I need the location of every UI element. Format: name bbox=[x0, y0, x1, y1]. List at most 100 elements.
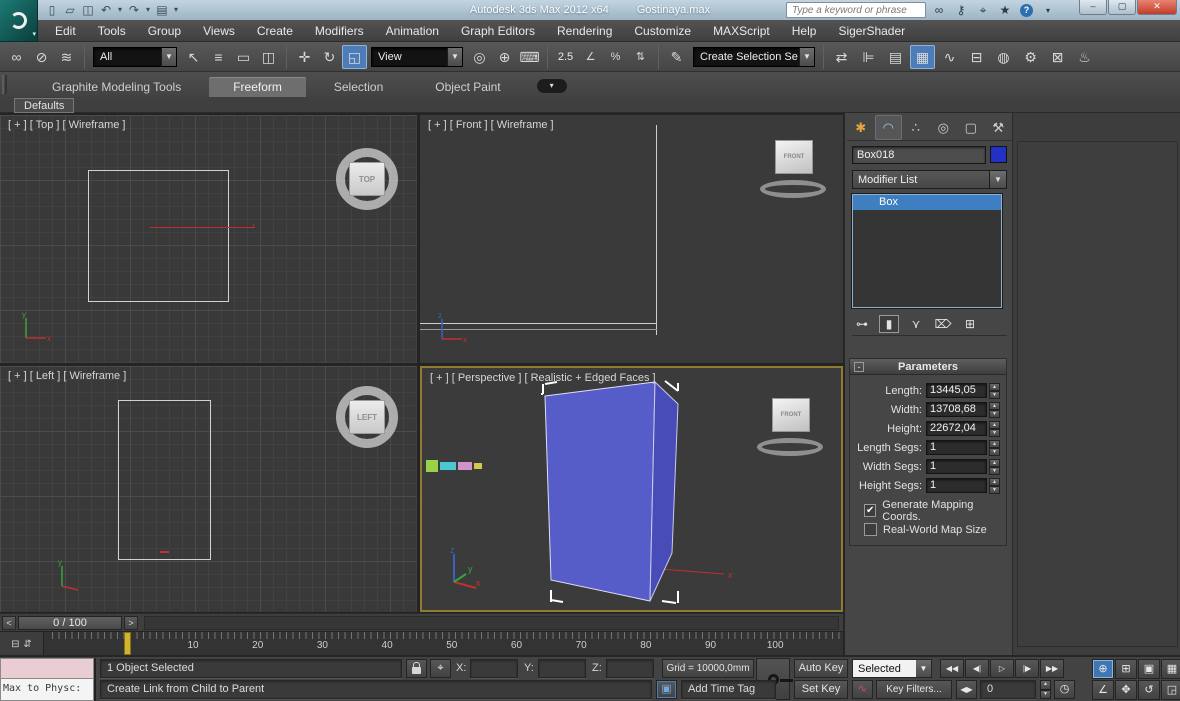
named-selection-set-dropdown[interactable]: Create Selection Se▼ bbox=[693, 47, 815, 67]
motion-tab-icon[interactable]: ◎ bbox=[930, 115, 958, 140]
ribbon-grip-handle[interactable] bbox=[2, 75, 7, 94]
menu-item[interactable]: Animation bbox=[375, 20, 450, 42]
generate-mapping-coords-checkbox[interactable]: ✔ bbox=[864, 504, 876, 517]
menu-item[interactable]: MAXScript bbox=[702, 20, 781, 42]
show-end-result-icon[interactable]: ▮ bbox=[879, 315, 899, 333]
object-name-field[interactable]: Box018 bbox=[852, 146, 986, 164]
tab-selection[interactable]: Selection bbox=[310, 77, 407, 97]
viewport-top[interactable]: [ + ] [ Top ] [ Wireframe ] › y x TOP bbox=[0, 115, 417, 363]
play-button[interactable]: ▷ bbox=[990, 659, 1014, 678]
viewcube-left[interactable]: LEFT bbox=[336, 386, 398, 448]
box-object-left-view[interactable] bbox=[118, 400, 211, 560]
listener-script-row[interactable]: Max to Physc: bbox=[0, 679, 94, 701]
viewport-left-label[interactable]: [ + ] [ Left ] [ Wireframe ] bbox=[8, 370, 126, 382]
rendered-frame-icon[interactable]: ⊠ bbox=[1045, 45, 1070, 69]
infocenter-search-icon[interactable]: ∞ bbox=[932, 3, 946, 18]
go-to-start-button[interactable]: ◀◀ bbox=[940, 659, 964, 678]
hierarchy-tab-icon[interactable]: ∴ bbox=[902, 115, 930, 140]
set-key-button[interactable]: Set Key bbox=[794, 680, 848, 699]
create-tab-icon[interactable]: ✱ bbox=[847, 115, 875, 140]
manage-layers-icon[interactable]: ▤ bbox=[883, 45, 908, 69]
length-field[interactable]: 13445,05 bbox=[926, 383, 987, 398]
next-frame-button[interactable]: |▶ bbox=[1015, 659, 1039, 678]
height-field[interactable]: 22672,04 bbox=[926, 421, 987, 436]
keyboard-override-icon[interactable]: ⌨ bbox=[517, 45, 542, 69]
spinner-control[interactable]: ▲▼ bbox=[989, 383, 1000, 398]
track-bar-ruler[interactable]: 0102030405060708090100 bbox=[44, 632, 843, 656]
reference-coordinate-dropdown[interactable]: View▼ bbox=[371, 47, 463, 67]
angle-snap-icon[interactable]: ∠ bbox=[578, 45, 603, 69]
menu-item[interactable]: Modifiers bbox=[304, 20, 375, 42]
viewport-perspective-label[interactable]: [ + ] [ Perspective ] [ Realistic + Edge… bbox=[430, 372, 656, 384]
mirror-icon[interactable]: ⇄ bbox=[829, 45, 854, 69]
time-slider-handle[interactable]: 0 / 100 bbox=[18, 616, 122, 630]
curve-editor-icon[interactable]: ∿ bbox=[937, 45, 962, 69]
viewcube-perspective[interactable]: FRONT bbox=[757, 396, 827, 458]
menu-item[interactable]: Group bbox=[137, 20, 192, 42]
help-icon[interactable]: ? bbox=[1020, 4, 1033, 17]
select-and-link-icon[interactable]: ∞ bbox=[4, 45, 29, 69]
ribbon-toggle-icon[interactable]: ▦ bbox=[910, 45, 935, 69]
z-coord-field[interactable] bbox=[606, 659, 654, 678]
viewport-perspective[interactable]: [ + ] [ Perspective ] [ Realistic + Edge… bbox=[420, 366, 843, 612]
mini-curve-editor-button[interactable]: ⊟⇵ bbox=[0, 632, 44, 656]
zoom-button[interactable]: ⊕ bbox=[1092, 659, 1114, 679]
auto-key-button[interactable]: Auto Key bbox=[794, 659, 848, 678]
configure-modifier-sets-icon[interactable]: ⊞ bbox=[960, 315, 980, 333]
window-crossing-icon[interactable]: ◫ bbox=[256, 45, 281, 69]
box-object[interactable] bbox=[545, 382, 678, 601]
subscription-center-icon[interactable]: ⚷ bbox=[954, 3, 968, 18]
x-coord-field[interactable] bbox=[470, 659, 518, 678]
menu-item[interactable]: Rendering bbox=[546, 20, 623, 42]
viewcube-front[interactable]: FRONT bbox=[760, 138, 830, 200]
pin-stack-icon[interactable]: ⊶ bbox=[852, 315, 872, 333]
time-slider-track[interactable] bbox=[144, 616, 839, 630]
favorites-icon[interactable]: ★ bbox=[998, 3, 1012, 18]
zoom-all-button[interactable]: ⊞ bbox=[1115, 659, 1137, 679]
select-object-icon[interactable]: ↖ bbox=[181, 45, 206, 69]
track-bar[interactable]: ⊟⇵ 0102030405060708090100 bbox=[0, 631, 843, 655]
object-color-swatch[interactable] bbox=[990, 146, 1007, 163]
menu-item[interactable]: Create bbox=[246, 20, 304, 42]
infocenter-search-input[interactable]: Type a keyword or phrase bbox=[786, 2, 926, 18]
key-mode-toggle[interactable]: ◀▶ bbox=[956, 680, 977, 699]
selection-filter-dropdown[interactable]: All▼ bbox=[93, 47, 177, 67]
modifier-stack-box[interactable]: Box bbox=[853, 195, 1001, 210]
real-world-map-size-checkbox[interactable] bbox=[864, 523, 877, 536]
key-filters-button[interactable]: Key Filters... bbox=[876, 680, 952, 699]
viewcube-top[interactable]: TOP bbox=[336, 148, 398, 210]
length-segs-field[interactable]: 1 bbox=[926, 440, 987, 455]
field-of-view-button[interactable]: ∠ bbox=[1092, 680, 1114, 700]
add-time-tag-button[interactable]: Add Time Tag bbox=[681, 680, 776, 699]
select-and-manipulate-icon[interactable]: ⊕ bbox=[492, 45, 517, 69]
spinner-control[interactable]: ▲▼ bbox=[989, 478, 1000, 493]
communication-center-icon[interactable]: ⌖ bbox=[976, 3, 990, 18]
pan-button[interactable]: ✥ bbox=[1115, 680, 1137, 700]
zoom-extents-all-button[interactable]: ▦ bbox=[1161, 659, 1180, 679]
time-slider-playhead[interactable] bbox=[124, 632, 131, 655]
modify-tab-icon[interactable]: ◠ bbox=[875, 115, 903, 140]
frame-spinner[interactable]: ▲▼ bbox=[1040, 680, 1051, 699]
maximize-viewport-button[interactable]: ◲ bbox=[1161, 680, 1180, 700]
select-and-scale-icon[interactable]: ◱ bbox=[342, 45, 367, 69]
next-frame-arrow[interactable]: > bbox=[124, 616, 138, 630]
height-segs-field[interactable]: 1 bbox=[926, 478, 987, 493]
tab-freeform[interactable]: Freeform bbox=[209, 77, 306, 97]
viewport-front[interactable]: [ + ] [ Front ] [ Wireframe ] z x FRONT bbox=[420, 115, 843, 363]
tab-graphite-modeling-tools[interactable]: Graphite Modeling Tools bbox=[28, 77, 205, 97]
select-and-rotate-icon[interactable]: ↻ bbox=[317, 45, 342, 69]
parameters-rollout-header[interactable]: - Parameters bbox=[850, 359, 1006, 375]
menu-item[interactable]: SigerShader bbox=[827, 20, 916, 42]
default-in-out-tangents-icon[interactable]: ∿ bbox=[852, 680, 873, 699]
key-mode-dropdown[interactable]: Selected ▼ bbox=[852, 659, 932, 678]
selection-lock-toggle[interactable] bbox=[406, 659, 427, 678]
select-by-name-icon[interactable]: ≡ bbox=[206, 45, 231, 69]
zoom-extents-button[interactable]: ▣ bbox=[1138, 659, 1160, 679]
ribbon-defaults-panel-tab[interactable]: Defaults bbox=[14, 98, 74, 113]
use-pivot-center-icon[interactable]: ◎ bbox=[467, 45, 492, 69]
menu-item[interactable]: Help bbox=[781, 20, 828, 42]
select-and-move-icon[interactable]: ✛ bbox=[292, 45, 317, 69]
render-production-icon[interactable]: ♨ bbox=[1072, 45, 1097, 69]
scene-explorer-icon[interactable]: ▣ bbox=[656, 680, 677, 699]
remove-modifier-icon[interactable]: ⌦ bbox=[933, 315, 953, 333]
